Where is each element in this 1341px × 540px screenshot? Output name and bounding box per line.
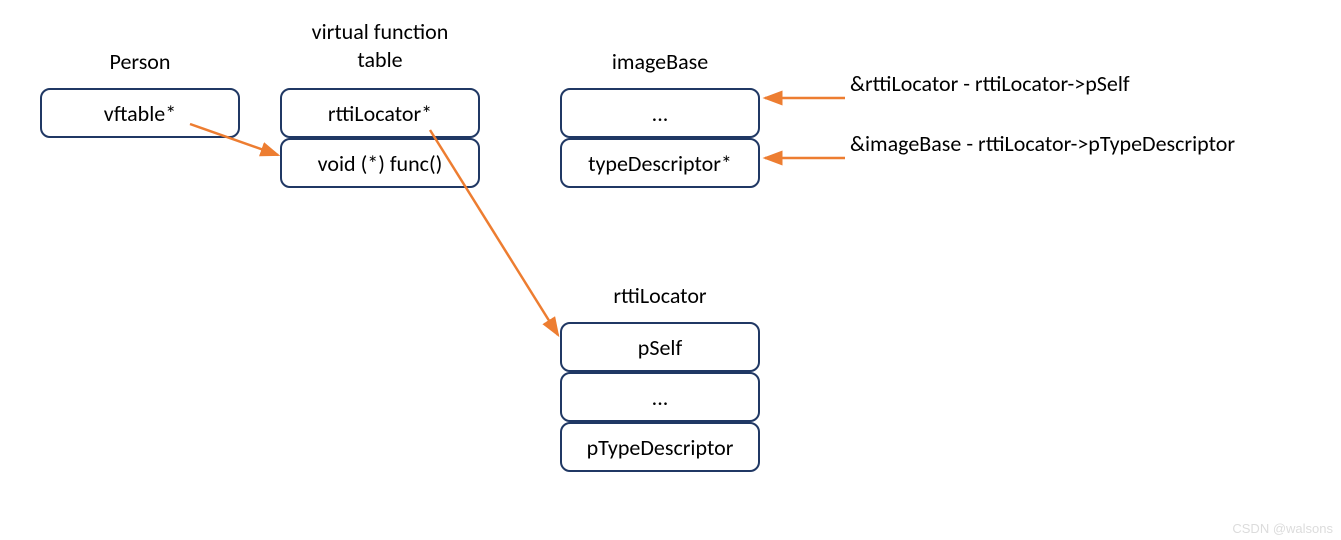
imagebase-cell-typedesc-text: typeDescriptor* bbox=[588, 150, 732, 177]
imagebase-cell-ellipsis: ... bbox=[560, 88, 760, 138]
rttilocator-cell-ptd-text: pTypeDescriptor bbox=[587, 434, 734, 461]
rttilocator-cell-ellipsis: ... bbox=[560, 372, 760, 422]
vft-cell-rtti-text: rttiLocator* bbox=[328, 100, 432, 127]
person-cell-text: vftable* bbox=[104, 100, 176, 127]
rttilocator-cell-pself: pSelf bbox=[560, 322, 760, 372]
rttilocator-label: rttiLocator bbox=[560, 282, 760, 309]
imagebase-cell-ellipsis-text: ... bbox=[652, 100, 669, 127]
person-label: Person bbox=[60, 48, 220, 75]
imagebase-label: imageBase bbox=[560, 48, 760, 75]
vft-cell-rtti: rttiLocator* bbox=[280, 88, 480, 138]
rttilocator-cell-pself-text: pSelf bbox=[638, 334, 682, 361]
vft-cell-func: void (*) func() bbox=[280, 138, 480, 188]
annotation-imagebase: &imageBase - rttiLocator->pTypeDescripto… bbox=[850, 130, 1235, 157]
imagebase-cell-typedesc: typeDescriptor* bbox=[560, 138, 760, 188]
vft-label: virtual function table bbox=[280, 18, 480, 73]
vft-label-line1: virtual function bbox=[312, 18, 449, 45]
rttilocator-cell-ellipsis-text: ... bbox=[652, 384, 669, 411]
vft-label-line2: table bbox=[357, 46, 402, 73]
vft-cell-func-text: void (*) func() bbox=[318, 150, 443, 177]
person-cell-vftable: vftable* bbox=[40, 88, 240, 138]
annotation-rttilocator: &rttiLocator - rttiLocator->pSelf bbox=[850, 70, 1130, 97]
rttilocator-cell-ptd: pTypeDescriptor bbox=[560, 422, 760, 472]
csdn-watermark: CSDN @walsons bbox=[1232, 521, 1333, 536]
